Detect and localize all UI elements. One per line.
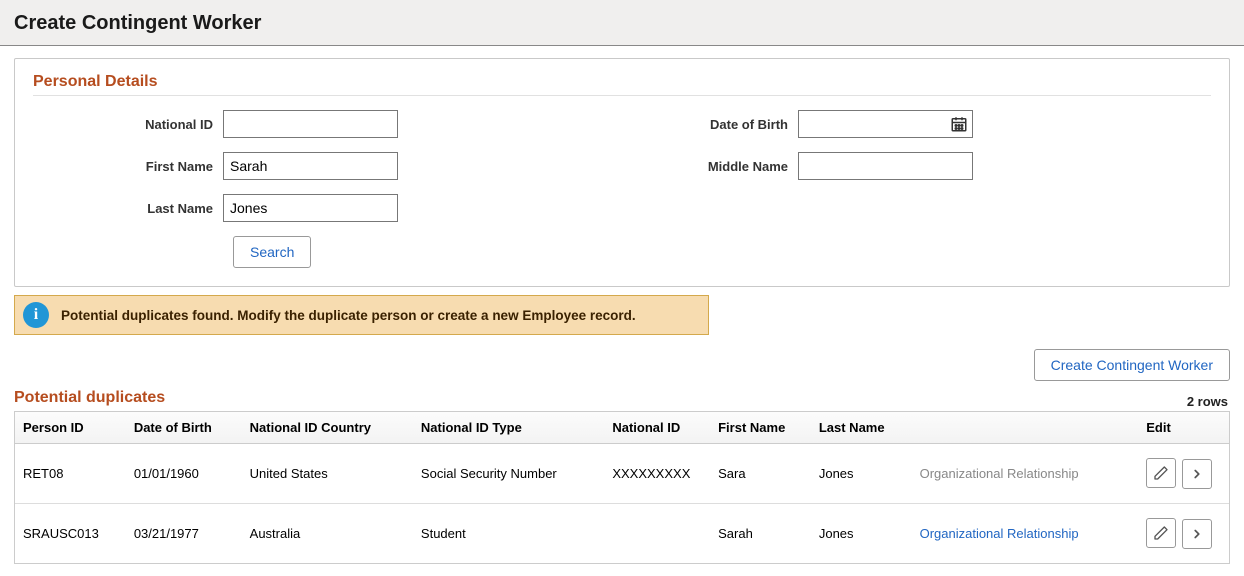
cell-nid: XXXXXXXXX [604,444,710,504]
first-name-label: First Name [33,159,223,174]
create-contingent-worker-button[interactable]: Create Contingent Worker [1034,349,1230,381]
cell-dob: 03/21/1977 [126,504,242,564]
dob-input[interactable] [798,110,973,138]
col-person-id: Person ID [15,412,126,444]
potential-duplicates-title: Potential duplicates [14,389,165,409]
col-dob: Date of Birth [126,412,242,444]
col-rel [912,412,1139,444]
middle-name-label: Middle Name [518,159,798,174]
national-id-input[interactable] [223,110,398,138]
search-button[interactable]: Search [233,236,311,268]
row-count-label: 2 rows [1187,394,1230,409]
cell-nidc: United States [242,444,413,504]
duplicates-table-wrap: Person ID Date of Birth National ID Coun… [14,411,1230,564]
col-nidc: National ID Country [242,412,413,444]
cell-org-relationship: Organizational Relationship [912,504,1139,564]
col-edit: Edit [1138,412,1229,444]
calendar-icon[interactable] [949,114,969,134]
duplicates-table: Person ID Date of Birth National ID Coun… [15,412,1229,563]
pencil-icon [1153,525,1169,541]
chevron-right-icon [1190,467,1204,481]
edit-button[interactable] [1146,518,1176,548]
cell-org-relationship: Organizational Relationship [912,444,1139,504]
cell-dob: 01/01/1960 [126,444,242,504]
personal-details-card: Personal Details National ID First Name … [14,58,1230,287]
pencil-icon [1153,465,1169,481]
cell-ln: Jones [811,504,912,564]
cell-edit [1138,444,1229,504]
details-button[interactable] [1182,519,1212,549]
cell-nidt: Student [413,504,604,564]
details-button[interactable] [1182,459,1212,489]
last-name-label: Last Name [33,201,223,216]
cell-nidt: Social Security Number [413,444,604,504]
cell-fn: Sara [710,444,811,504]
personal-details-title: Personal Details [33,73,1211,96]
org-relationship-link: Organizational Relationship [920,466,1079,481]
col-nid: National ID [604,412,710,444]
dob-label: Date of Birth [518,117,798,132]
col-nidt: National ID Type [413,412,604,444]
middle-name-input[interactable] [798,152,973,180]
cell-nid [604,504,710,564]
chevron-right-icon [1190,527,1204,541]
first-name-input[interactable] [223,152,398,180]
cell-ln: Jones [811,444,912,504]
alert-text: Potential duplicates found. Modify the d… [61,308,636,323]
col-fn: First Name [710,412,811,444]
last-name-input[interactable] [223,194,398,222]
cell-person-id: RET08 [15,444,126,504]
page-header: Create Contingent Worker [0,0,1244,46]
national-id-label: National ID [33,117,223,132]
cell-fn: Sarah [710,504,811,564]
org-relationship-link[interactable]: Organizational Relationship [920,526,1079,541]
cell-nidc: Australia [242,504,413,564]
cell-person-id: SRAUSC013 [15,504,126,564]
info-icon: i [23,302,49,328]
table-row: RET0801/01/1960United StatesSocial Secur… [15,444,1229,504]
cell-edit [1138,504,1229,564]
page-title: Create Contingent Worker [14,12,1230,35]
edit-button[interactable] [1146,458,1176,488]
col-ln: Last Name [811,412,912,444]
table-row: SRAUSC01303/21/1977AustraliaStudent Sarah… [15,504,1229,564]
info-alert: i Potential duplicates found. Modify the… [14,295,709,335]
